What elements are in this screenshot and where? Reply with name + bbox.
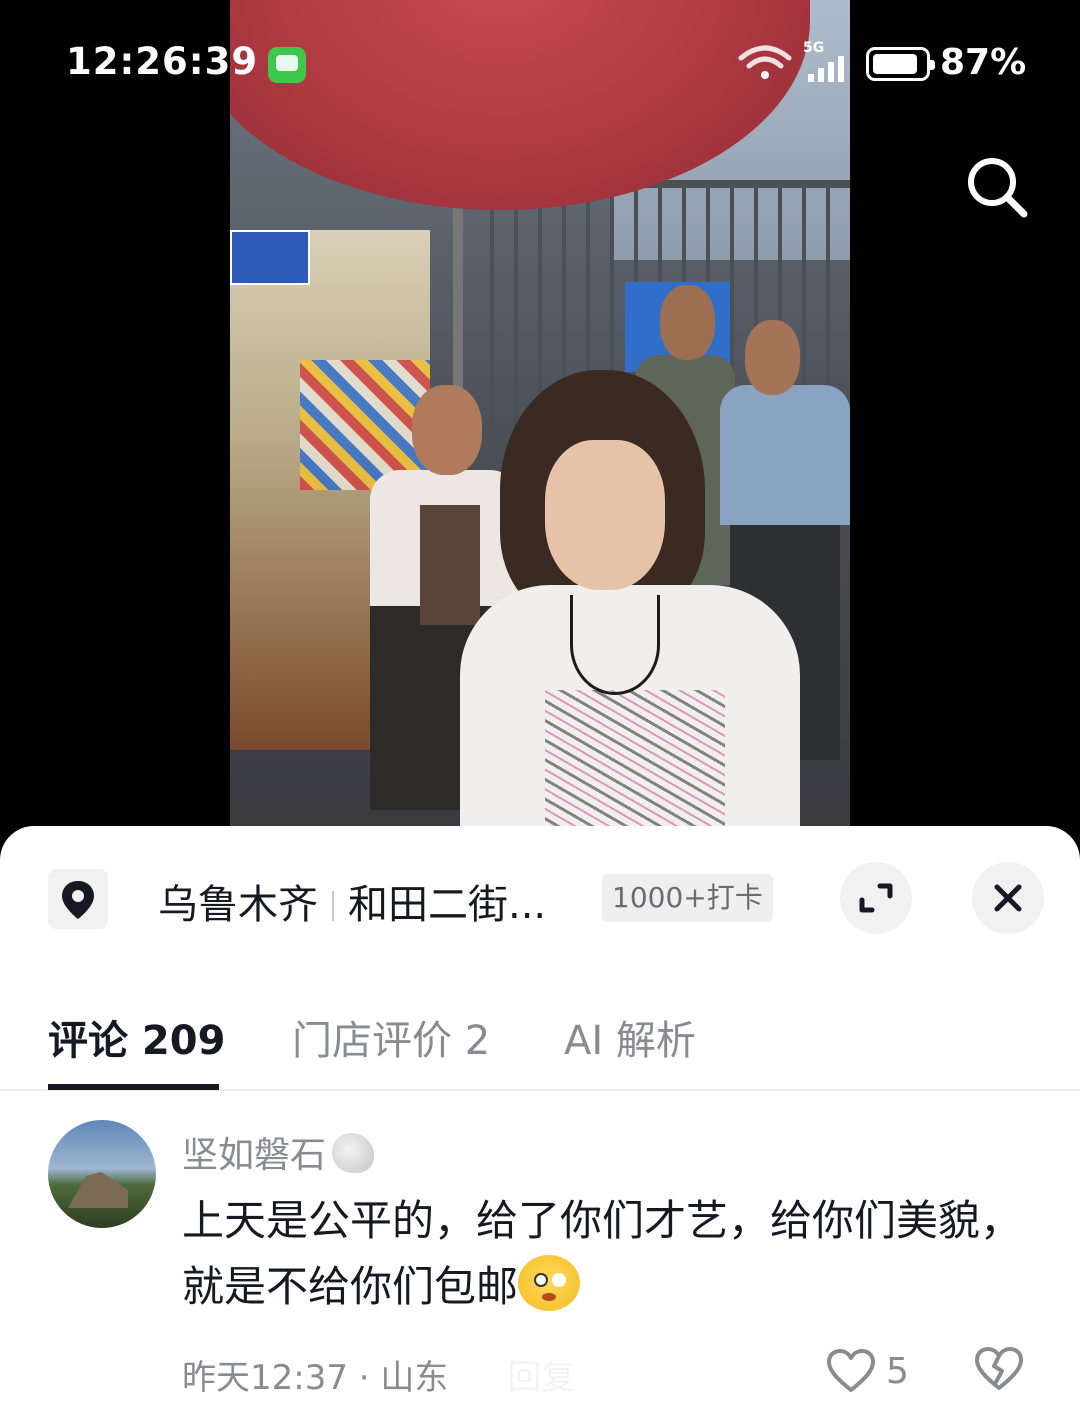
watermark-overlay — [440, 1344, 640, 1404]
comment-username: 坚如磐石 — [182, 1135, 327, 1176]
location-city: 乌鲁木齐 — [158, 882, 318, 928]
broken-heart-icon — [975, 1347, 1023, 1390]
video-girl — [460, 370, 840, 840]
expand-button[interactable] — [840, 862, 912, 934]
search-icon[interactable] — [962, 152, 1032, 222]
tab-comments[interactable]: 评论 209 — [48, 1008, 225, 1066]
heart-icon — [827, 1349, 875, 1392]
avatar[interactable] — [48, 1120, 156, 1228]
comment-time: 昨天12:37 — [182, 1358, 348, 1398]
comment-region: 山东 — [380, 1358, 449, 1398]
battery-fill — [873, 54, 917, 74]
location-place: 和田二街... — [348, 882, 547, 928]
signal-icon — [808, 56, 844, 82]
location-name[interactable]: 乌鲁木齐 和田二街... — [158, 872, 546, 930]
video-frame[interactable] — [230, 0, 850, 840]
video-street-sign — [230, 230, 310, 285]
comment-text: 上天是公平的，给了你们才艺，给你们美貌，就是不给你们包邮 — [182, 1188, 1022, 1320]
emoji-icon — [518, 1255, 581, 1311]
message-icon — [268, 47, 306, 83]
location-pin-icon — [48, 869, 108, 929]
wifi-icon — [738, 45, 792, 79]
battery-percent: 87% — [940, 42, 1027, 83]
tab-ai-analysis[interactable]: AI 解析 — [564, 1008, 696, 1066]
like-count: 5 — [886, 1350, 909, 1392]
active-tab-indicator — [48, 1084, 219, 1090]
close-button[interactable] — [972, 862, 1044, 934]
checkin-badge: 1000+打卡 — [602, 874, 773, 922]
network-label: 5G — [803, 40, 825, 56]
close-icon — [994, 884, 1022, 912]
video-player[interactable]: 12:26:39 5G 87% — [0, 0, 1080, 840]
location-separator — [332, 891, 334, 921]
comment-sheet: 乌鲁木齐 和田二街... 1000+打卡 评论 209 门店评价 2 AI 解析 … — [0, 826, 1080, 1407]
dislike-button[interactable] — [974, 1346, 1024, 1396]
battery-icon — [866, 47, 935, 81]
expand-icon — [859, 883, 893, 913]
comment-username-row[interactable]: 坚如磐石 — [182, 1126, 375, 1178]
location-bar[interactable]: 乌鲁木齐 和田二街... 1000+打卡 — [0, 862, 1080, 936]
like-button[interactable]: 5 — [826, 1346, 909, 1396]
tab-store-reviews[interactable]: 门店评价 2 — [292, 1008, 490, 1066]
comment-meta-separator: · — [358, 1358, 370, 1398]
user-badge-icon — [332, 1133, 375, 1173]
status-time: 12:26:39 — [66, 40, 259, 83]
comment-body: 上天是公平的，给了你们才艺，给你们美貌，就是不给你们包邮 — [182, 1196, 1023, 1311]
tab-bar: 评论 209 门店评价 2 AI 解析 — [0, 996, 1080, 1091]
